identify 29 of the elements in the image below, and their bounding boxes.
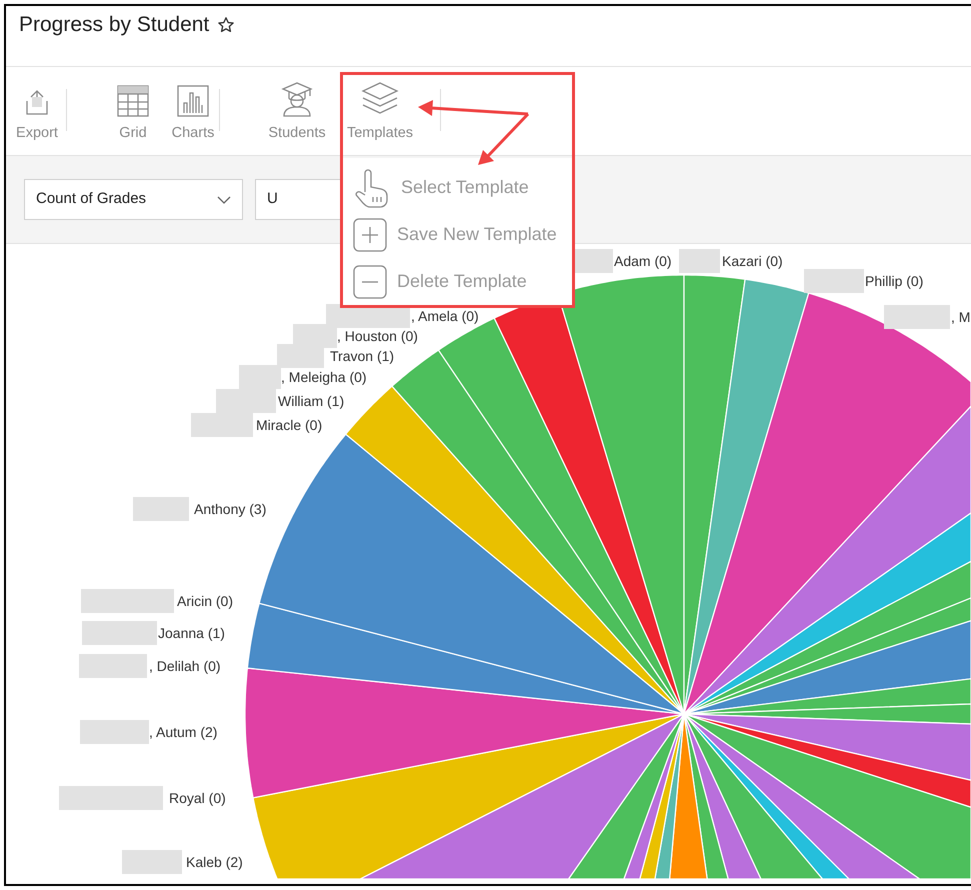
slice-label: Kaleb (2) — [186, 854, 243, 870]
slice-label: Anthony (3) — [194, 501, 266, 517]
slice-label: , Houston (0) — [337, 328, 418, 344]
slice-label: , Meleigha (0) — [281, 369, 367, 385]
count-dropdown[interactable]: Count of Grades — [24, 179, 243, 220]
page-title: Progress by Student — [19, 12, 210, 38]
slice-label: Adam (0) — [614, 253, 672, 269]
slice-label: Kazari (0) — [722, 253, 783, 269]
slice-label: Phillip (0) — [865, 273, 924, 289]
dropdown-value: Count of Grades — [36, 189, 146, 210]
slice-label: Royal (0) — [169, 790, 226, 806]
toolbar-button[interactable]: Charts — [167, 73, 219, 145]
slice-label: Joanna (1) — [158, 625, 225, 641]
slice-label: Miracle (0) — [256, 417, 322, 433]
menu-item[interactable]: Select Template — [343, 164, 572, 211]
slice-label: , M — [951, 309, 970, 325]
slice-label: William (1) — [278, 393, 344, 409]
menu-item[interactable]: Save New Template — [343, 211, 572, 258]
toolbar-button[interactable]: Export — [8, 73, 66, 145]
toolbar-button[interactable]: Templates — [340, 73, 420, 145]
slice-label: Travon (1) — [330, 348, 394, 364]
slice-label: , Delilah (0) — [149, 658, 221, 674]
slice-label: , Amela (0) — [411, 308, 479, 324]
menu-item[interactable]: Delete Template — [343, 258, 572, 305]
toolbar-button[interactable]: Grid — [111, 73, 155, 145]
field-value: U — [267, 189, 278, 210]
slice-label: Aricin (0) — [177, 593, 234, 609]
slice-label: , Autum (2) — [149, 724, 218, 740]
toolbar-button[interactable]: Students — [262, 73, 332, 145]
